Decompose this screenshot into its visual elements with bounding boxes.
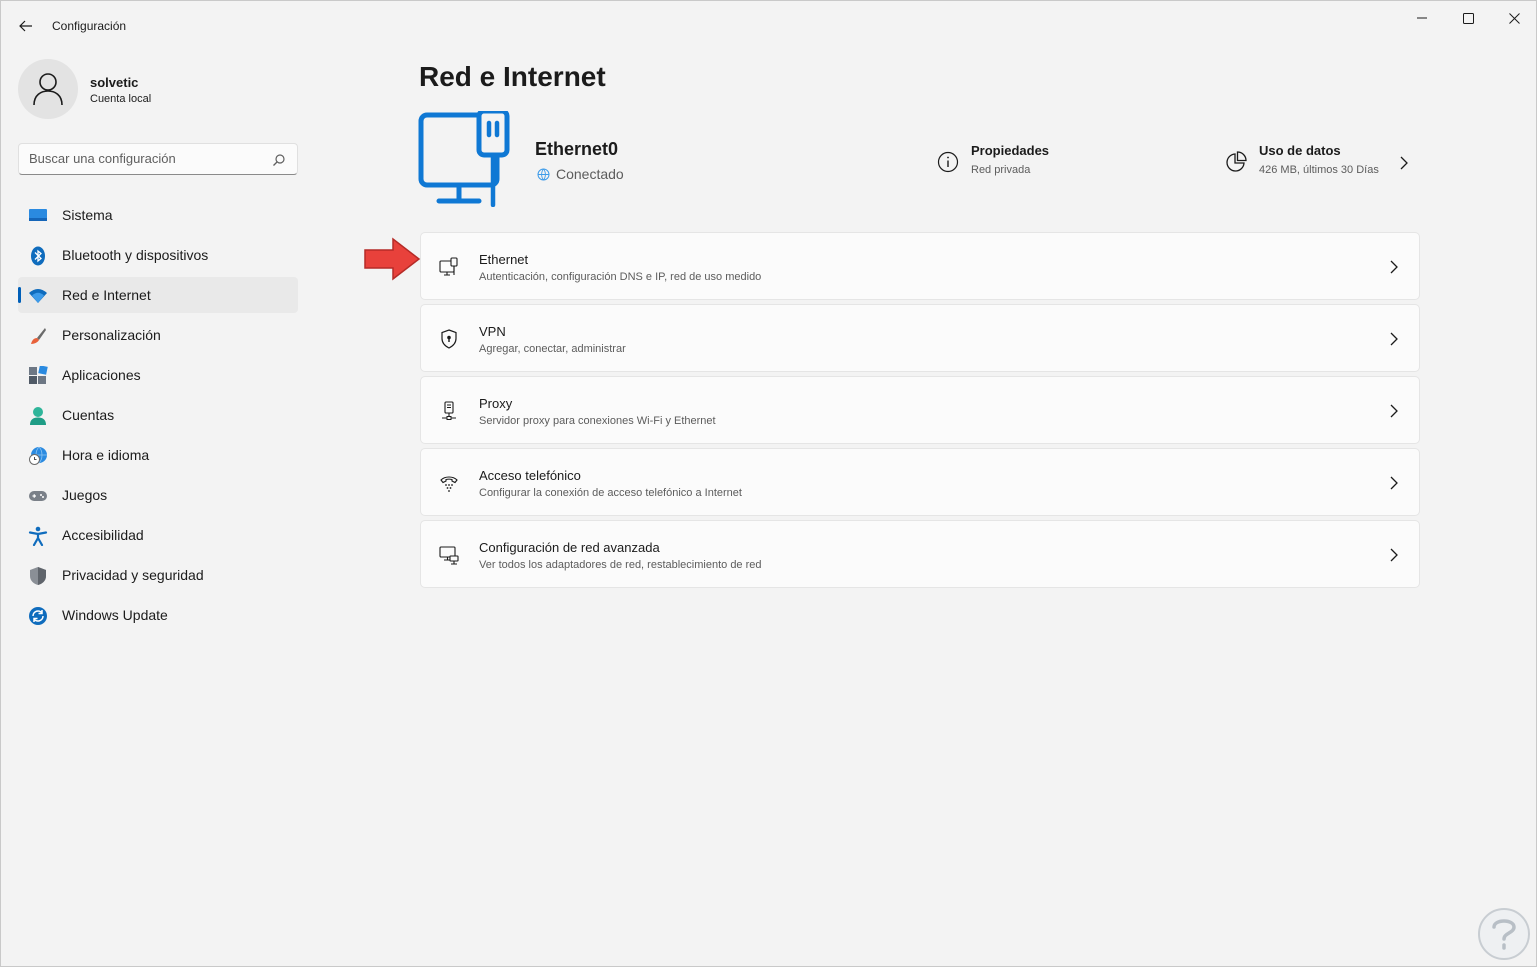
settings-card-list: Ethernet Autenticación, configuración DN… (420, 232, 1420, 592)
ethernet-monitor-icon (418, 111, 510, 207)
sidebar-item-label: Hora e idioma (62, 447, 150, 463)
card-vpn[interactable]: VPN Agregar, conectar, administrar (420, 304, 1420, 372)
card-title: Acceso telefónico (479, 468, 581, 483)
properties-subtitle: Red privada (971, 164, 1031, 176)
avatar[interactable] (18, 59, 78, 119)
sidebar-item-bluetooth[interactable]: Bluetooth y dispositivos (18, 237, 298, 273)
app-title: Configuración (52, 19, 127, 33)
sidebar-item-label: Accesibilidad (62, 527, 144, 543)
card-title: Proxy (479, 396, 513, 411)
properties-title: Propiedades (971, 143, 1050, 158)
sidebar-item-label: Juegos (62, 487, 108, 503)
sidebar-item-personalizacion[interactable]: Personalización (18, 317, 298, 353)
sidebar-item-red-internet[interactable]: Red e Internet (18, 277, 298, 313)
gamepad-icon (29, 491, 47, 501)
maximize-icon (1462, 12, 1474, 24)
globe-icon (537, 168, 550, 180)
search-box (18, 143, 298, 175)
sidebar-nav: Sistema Bluetooth y dispositivos Red e I… (18, 197, 298, 637)
chevron-right-icon[interactable] (1398, 156, 1410, 170)
card-subtitle: Configurar la conexión de acceso telefón… (479, 487, 742, 499)
settings-window: Configuración solvetic Cuenta local Sist… (0, 0, 1537, 967)
chevron-right-icon (1390, 404, 1398, 418)
card-title: Ethernet (479, 252, 529, 267)
sidebar-item-aplicaciones[interactable]: Aplicaciones (18, 357, 298, 393)
card-ethernet[interactable]: Ethernet Autenticación, configuración DN… (420, 232, 1420, 300)
data-usage-title: Uso de datos (1259, 143, 1341, 158)
sidebar-item-label: Windows Update (62, 607, 168, 623)
minimize-button[interactable] (1399, 1, 1445, 35)
sidebar-item-label: Red e Internet (62, 287, 151, 303)
back-arrow-icon (19, 20, 32, 32)
sidebar-item-label: Sistema (62, 207, 113, 223)
search-input[interactable] (29, 151, 259, 166)
sidebar-item-sistema[interactable]: Sistema (18, 197, 298, 233)
title-bar: Configuración (1, 1, 1536, 49)
shield-icon (30, 567, 46, 585)
card-title: VPN (479, 324, 506, 339)
card-red-avanzada[interactable]: Configuración de red avanzada Ver todos … (420, 520, 1420, 588)
close-button[interactable] (1491, 1, 1537, 35)
sidebar-item-privacidad[interactable]: Privacidad y seguridad (18, 557, 298, 593)
sidebar-item-label: Bluetooth y dispositivos (62, 247, 209, 263)
accounts-icon (30, 407, 46, 425)
card-subtitle: Agregar, conectar, administrar (479, 343, 626, 355)
system-icon (29, 209, 47, 221)
chevron-right-icon (1390, 476, 1398, 490)
minimize-icon (1417, 17, 1427, 19)
info-icon (937, 151, 959, 173)
wifi-icon (29, 289, 47, 303)
card-subtitle: Servidor proxy para conexiones Wi-Fi y E… (479, 415, 716, 427)
data-usage-link[interactable]: Uso de datos 426 MB, últimos 30 Días (1225, 143, 1379, 176)
accessibility-icon (28, 526, 48, 546)
chevron-right-icon (1390, 548, 1398, 562)
search-icon[interactable] (272, 153, 286, 167)
chevron-right-icon (1390, 260, 1398, 274)
sidebar-item-label: Personalización (62, 327, 161, 343)
close-icon (1508, 12, 1520, 24)
time-language-icon (29, 446, 47, 465)
advanced-network-icon (439, 546, 459, 565)
sidebar-item-label: Aplicaciones (62, 367, 141, 383)
apps-icon (29, 366, 48, 384)
status-text: Conectado (556, 166, 624, 182)
ethernet-icon (439, 257, 458, 276)
sidebar-item-cuentas[interactable]: Cuentas (18, 397, 298, 433)
chevron-right-icon (1390, 332, 1398, 346)
annotation-arrow-icon (364, 237, 421, 281)
selection-indicator (18, 287, 21, 303)
sidebar-item-juegos[interactable]: Juegos (18, 477, 298, 513)
brush-icon (31, 328, 46, 344)
sidebar-item-label: Cuentas (62, 407, 115, 423)
sidebar-item-windows-update[interactable]: Windows Update (18, 597, 298, 633)
device-name: Ethernet0 (535, 139, 619, 159)
proxy-icon (442, 401, 456, 420)
dialup-icon (440, 476, 458, 492)
card-subtitle: Autenticación, configuración DNS e IP, r… (479, 271, 762, 283)
back-button[interactable] (13, 13, 39, 39)
update-icon (29, 607, 47, 625)
card-proxy[interactable]: Proxy Servidor proxy para conexiones Wi-… (420, 376, 1420, 444)
watermark-logo-icon (1478, 908, 1530, 960)
card-subtitle: Ver todos los adaptadores de red, restab… (479, 559, 762, 571)
vpn-shield-icon (441, 329, 457, 349)
card-title: Configuración de red avanzada (479, 540, 660, 555)
pie-chart-icon (1226, 151, 1247, 172)
sidebar-item-hora-idioma[interactable]: Hora e idioma (18, 437, 298, 473)
sidebar-item-label: Privacidad y seguridad (62, 567, 204, 583)
data-usage-subtitle: 426 MB, últimos 30 Días (1259, 164, 1379, 176)
maximize-button[interactable] (1445, 1, 1491, 35)
account-type: Cuenta local (90, 93, 152, 105)
sidebar-item-accesibilidad[interactable]: Accesibilidad (18, 517, 298, 553)
user-icon (33, 73, 63, 106)
card-acceso-telefonico[interactable]: Acceso telefónico Configurar la conexión… (420, 448, 1420, 516)
connection-status: Conectado (537, 166, 624, 182)
page-title: Red e Internet (419, 61, 606, 92)
bluetooth-icon (31, 246, 45, 266)
user-name: solvetic (90, 75, 139, 90)
properties-link[interactable]: Propiedades Red privada (937, 143, 1049, 176)
